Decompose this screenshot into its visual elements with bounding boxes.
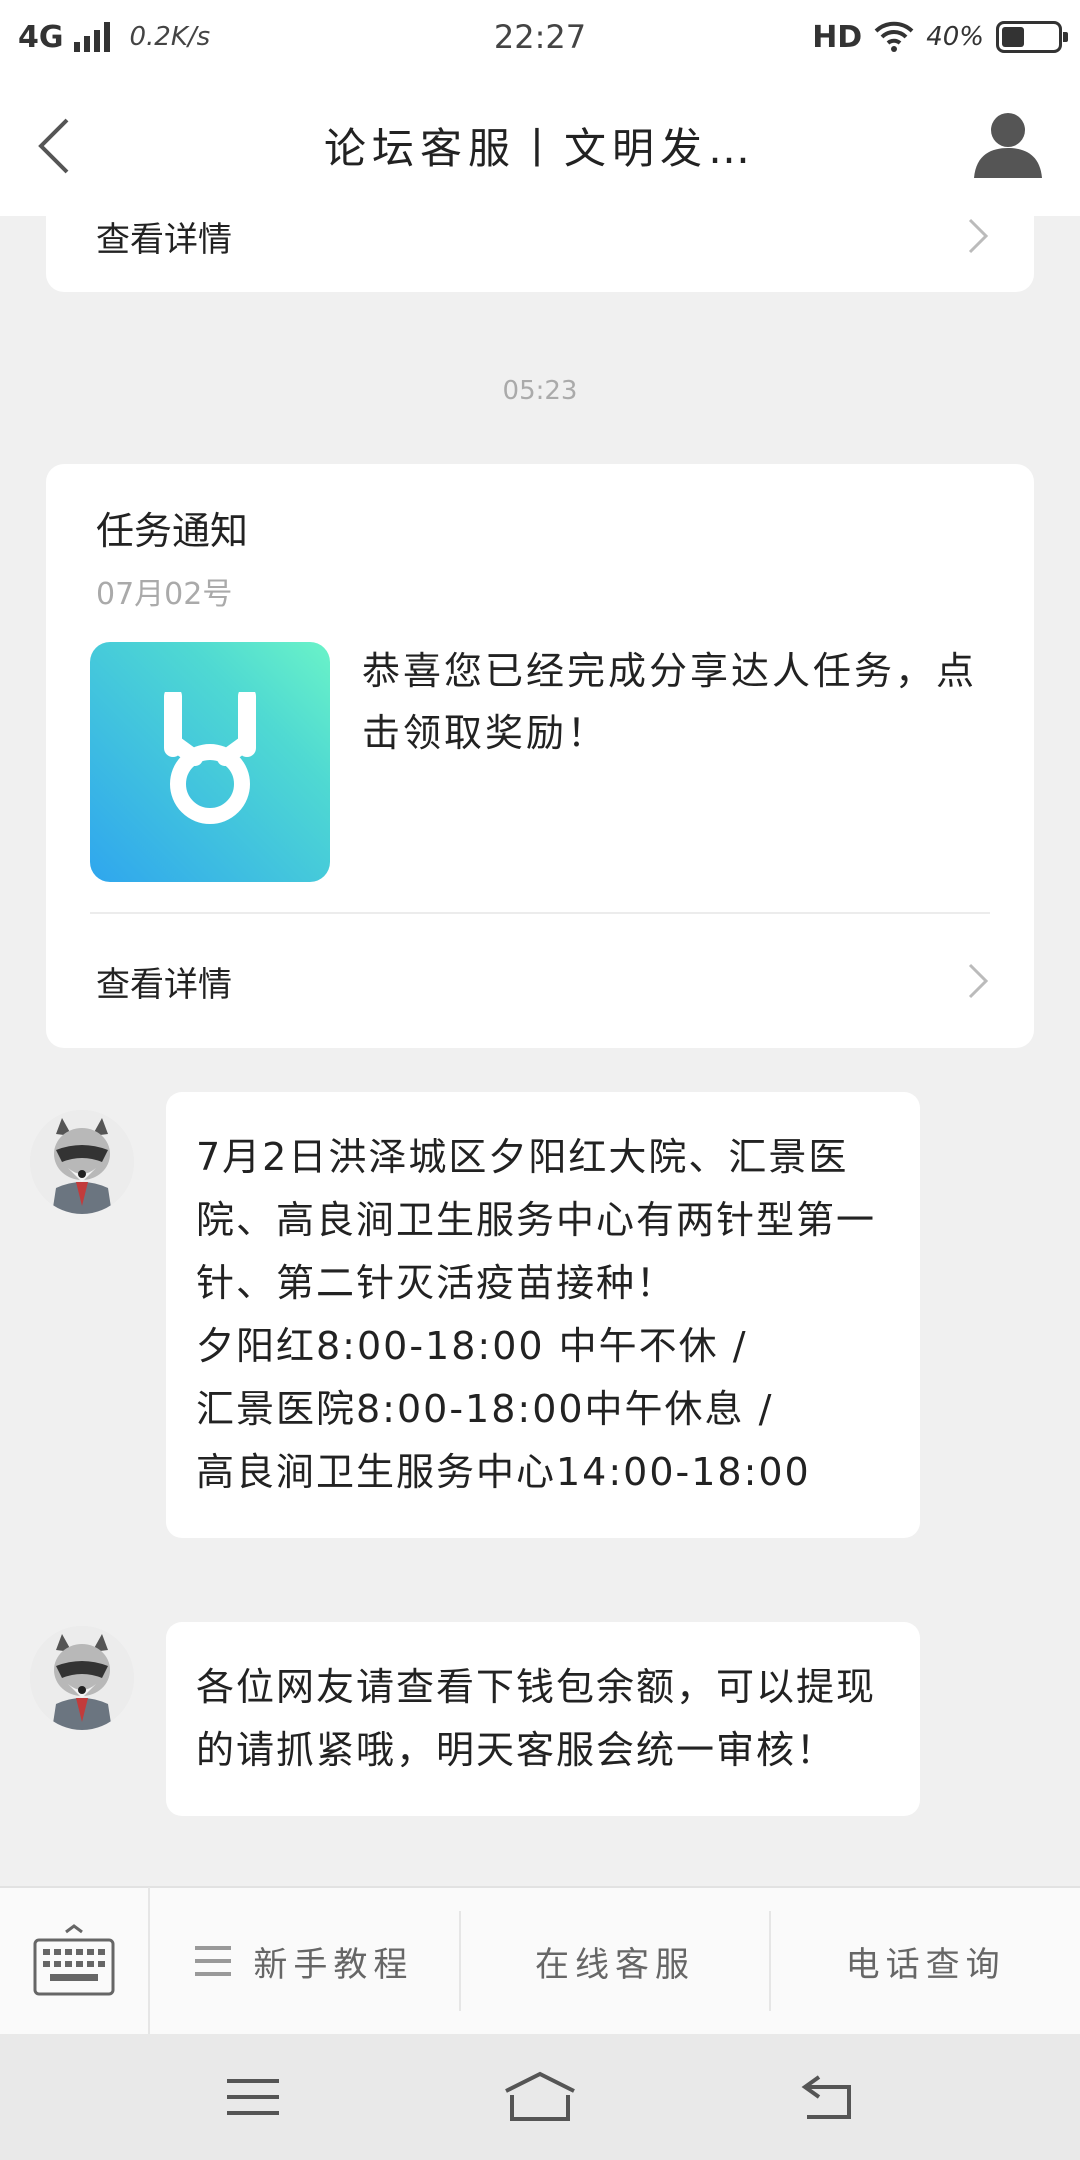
profile-button[interactable] <box>970 106 1046 182</box>
message-line: 夕阳红8:00-18:00 中午不休 / <box>196 1324 748 1368</box>
card-title: 任务通知 <box>96 509 249 553</box>
page-title: 论坛客服丨文明发… <box>323 123 756 173</box>
view-details-row[interactable]: 查看详情 <box>96 216 990 266</box>
menu-item-phone-inquiry[interactable]: 电话查询 <box>771 1911 1080 2011</box>
home-icon <box>505 2071 575 2121</box>
back-button[interactable] <box>28 114 78 178</box>
avatar[interactable] <box>30 1626 134 1730</box>
message-bubble[interactable]: 各位网友请查看下钱包余额，可以提现的请抓紧哦，明天客服会统一审核！ <box>166 1622 920 1816</box>
chevron-right-icon <box>968 963 989 999</box>
view-details-label: 查看详情 <box>96 964 232 1005</box>
user-profile-icon <box>974 113 1042 178</box>
medal-image <box>90 642 330 882</box>
network-speed: 0.2K/s <box>129 22 211 52</box>
back-arrow-icon <box>801 2075 851 2119</box>
chat-content[interactable]: 查看详情 05:23 任务通知 07月02号 恭喜您已经完成分享达人任务，点击领… <box>0 216 1080 1886</box>
status-bar: 4G 0.2K/s 22:27 HD 40% <box>0 0 1080 74</box>
chevron-right-icon <box>968 218 989 254</box>
network-type: 4G <box>18 19 64 55</box>
raccoon-avatar-icon <box>30 1626 134 1730</box>
message-line: 汇景医院8:00-18:00中午休息 / <box>196 1387 774 1431</box>
view-details-row[interactable]: 查看详情 <box>96 946 990 1016</box>
previous-card: 查看详情 <box>46 216 1034 292</box>
home-button[interactable] <box>495 2062 585 2132</box>
bottom-menu-bar: 新手教程 在线客服 电话查询 <box>0 1886 1080 2035</box>
message-line: 7月2日洪泽城区夕阳红大院、汇景医院、高良涧卫生服务中心有两针型第一针、第二针灭… <box>196 1135 877 1305</box>
card-header: 任务通知 07月02号 <box>96 500 248 613</box>
battery-percent: 40% <box>926 22 984 52</box>
signal-icon <box>73 22 110 52</box>
menu-item-online-service[interactable]: 在线客服 <box>461 1911 772 2011</box>
menu-item-label: 新手教程 <box>253 1944 414 1985</box>
status-left: 4G 0.2K/s <box>18 20 210 55</box>
message-line: 高良涧卫生服务中心14:00-18:00 <box>196 1450 811 1494</box>
keyboard-icon <box>33 1924 115 1996</box>
card-date: 07月02号 <box>96 577 233 612</box>
medal-icon <box>164 692 256 824</box>
battery-fill <box>1002 27 1024 47</box>
wifi-icon <box>874 21 914 52</box>
keyboard-toggle-button[interactable] <box>0 1887 150 2035</box>
raccoon-avatar-icon <box>30 1110 134 1214</box>
status-right: HD 40% <box>812 19 1068 55</box>
menu-item-label: 在线客服 <box>535 1944 695 1985</box>
hd-indicator: HD <box>812 19 863 55</box>
card-divider <box>90 912 990 914</box>
menu-item-tutorial[interactable]: 新手教程 <box>150 1911 461 2011</box>
system-nav-bar <box>0 2034 1080 2160</box>
avatar[interactable] <box>30 1110 134 1214</box>
menu-item-label: 电话查询 <box>845 1944 1006 1985</box>
menu-lines-icon <box>227 2079 280 2115</box>
view-details-label: 查看详情 <box>96 219 232 260</box>
card-message: 恭喜您已经完成分享达人任务，点击领取奖励！ <box>362 649 978 755</box>
task-notification-card[interactable]: 任务通知 07月02号 恭喜您已经完成分享达人任务，点击领取奖励！ 查看详情 <box>46 464 1034 1048</box>
recent-apps-button[interactable] <box>208 2062 298 2132</box>
back-chevron-icon <box>38 118 69 174</box>
message-line: 各位网友请查看下钱包余额，可以提现的请抓紧哦，明天客服会统一审核！ <box>196 1665 877 1772</box>
message-bubble[interactable]: 7月2日洪泽城区夕阳红大院、汇景医院、高良涧卫生服务中心有两针型第一针、第二针灭… <box>166 1092 920 1538</box>
battery-icon <box>996 21 1068 53</box>
message-timestamp: 05:23 <box>502 376 578 406</box>
nav-bar: 论坛客服丨文明发… <box>0 74 1080 216</box>
hamburger-menu-icon <box>195 1946 232 1976</box>
back-system-button[interactable] <box>782 2062 872 2132</box>
